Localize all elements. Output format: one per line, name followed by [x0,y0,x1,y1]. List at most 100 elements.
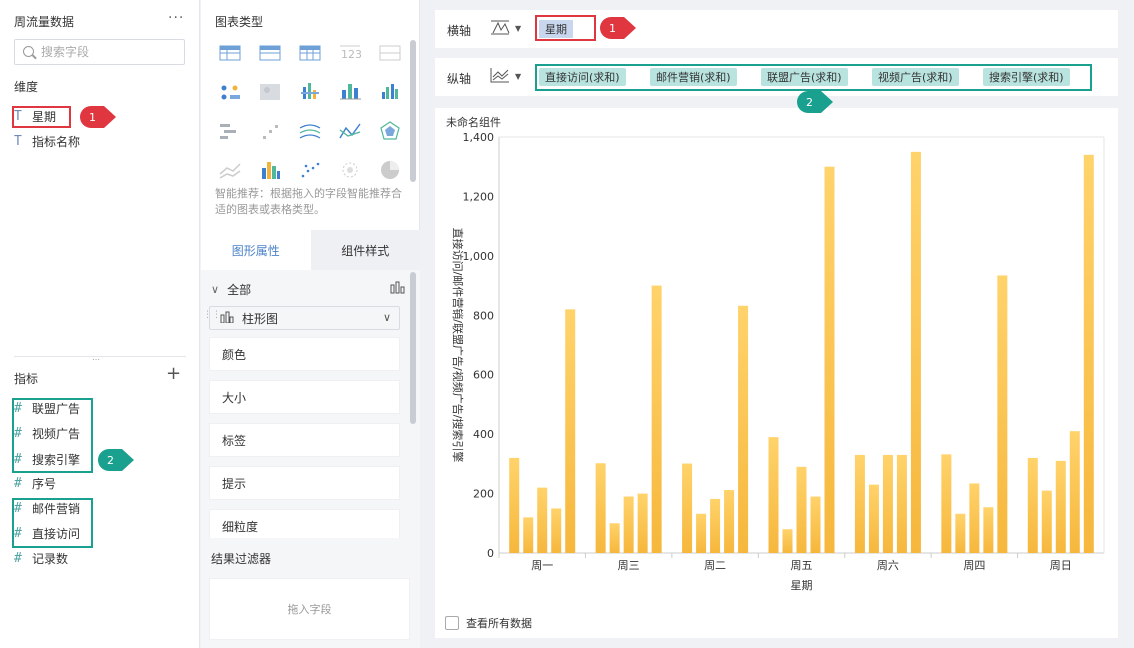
bar[interactable] [523,517,534,553]
field-search[interactable] [14,39,185,65]
bar[interactable] [941,454,952,553]
x-axis-label: 横轴 [447,24,472,38]
chart-type-value: 柱形图 [242,311,279,326]
bar[interactable] [710,498,721,553]
x-tick-label: 周二 [704,559,726,572]
property-tooltip[interactable]: 提示 [209,466,400,500]
table-type-icon[interactable] [219,45,241,61]
text-type-icon: T [14,133,22,149]
caret-down-icon[interactable]: ▼ [515,24,521,33]
bar[interactable] [1083,154,1094,554]
chart-types-scrollbar[interactable] [410,40,416,182]
bar-chart-icon[interactable] [390,280,406,298]
bar[interactable] [1041,490,1052,553]
y-axis-type-icon[interactable] [489,66,511,88]
y-axis-label: 纵轴 [447,72,472,86]
dot-map-type-icon[interactable] [221,85,241,100]
property-color[interactable]: 颜色 [209,337,400,371]
stacked-bar-type-icon[interactable] [301,83,319,99]
dimension-field[interactable]: T 指标名称 [14,130,80,152]
x-axis-title: 星期 [791,579,813,592]
line-type-icon[interactable] [339,123,361,139]
bar[interactable] [1069,431,1080,553]
bar[interactable] [997,275,1008,553]
bar[interactable] [882,454,893,553]
bar[interactable] [810,496,821,553]
more-icon[interactable]: ··· [168,10,184,26]
detail-table-type-icon[interactable] [299,45,321,61]
heat-map-type-icon[interactable] [260,84,280,100]
multi-line-type-icon[interactable] [299,124,321,139]
all-marks-row[interactable]: ∨ 全部 [211,280,406,298]
bar[interactable] [768,437,779,553]
radar-type-icon[interactable] [380,121,400,140]
tab-component-style[interactable]: 组件样式 [310,230,420,270]
bar[interactable] [595,463,606,553]
highlight-y-fields [535,64,1092,91]
dot-scatter-type-icon[interactable] [301,162,320,178]
tab-graph-properties[interactable]: 图形属性 [201,230,311,270]
bar[interactable] [983,507,994,553]
highlight-dimension [12,106,71,128]
bar[interactable] [724,490,735,553]
measure-field[interactable]: # 序号 [14,472,56,494]
add-icon[interactable]: + [166,365,181,383]
properties-scrollbar[interactable] [410,272,416,424]
scatter-type-icon[interactable] [263,125,278,139]
resize-grip-icon[interactable]: ⋯ [92,356,101,364]
bar[interactable] [637,493,648,553]
x-axis-type-icon[interactable] [489,18,511,40]
caret-down-icon[interactable]: ▼ [515,72,521,81]
bar[interactable] [782,529,793,553]
x-tick-label: 周三 [618,559,640,572]
view-all-data-row[interactable]: 查看所有数据 [445,615,532,631]
bar[interactable] [537,487,548,553]
pie-type-icon[interactable] [381,161,399,179]
bar-type-icon[interactable] [340,84,361,100]
y-tick-label: 200 [473,488,494,501]
property-size[interactable]: 大小 [209,380,400,414]
bar[interactable] [868,484,879,553]
kpi-type-icon[interactable]: 123 [340,45,362,61]
bar[interactable] [565,309,576,553]
bar[interactable] [910,151,921,553]
bar[interactable] [854,454,865,553]
bar[interactable] [896,454,907,553]
search-input[interactable] [41,43,181,61]
bar[interactable] [824,166,835,553]
bar-chart-icon [220,311,234,326]
y-tick-label: 1,000 [463,250,495,263]
x-tick-label: 周六 [877,559,899,572]
bar[interactable] [696,513,707,553]
bar[interactable] [969,483,980,553]
bar[interactable] [955,513,966,553]
bubble-type-icon[interactable] [342,162,358,178]
smart-recommend-hint: 智能推荐：根据拖入的字段智能推荐合适的图表或表格类型。 [215,187,402,216]
bar[interactable] [1055,460,1066,553]
grouped-bar-type-icon[interactable] [382,84,398,99]
bar[interactable] [651,285,662,553]
bar[interactable] [623,496,634,553]
field-label: 序号 [32,476,57,491]
bar[interactable] [1027,457,1038,553]
cross-table-type-icon[interactable] [259,45,281,61]
area-type-icon[interactable] [219,163,241,179]
text-table-type-icon[interactable] [379,45,401,61]
svg-text:123: 123 [341,48,362,61]
bar-chart: 0 200 400 600 800 1,000 1,200 1,400 周一 周三 周二 周五 周六 周四… [451,131,1105,592]
filter-drop-zone[interactable]: 拖入字段 [209,578,410,640]
bar[interactable] [682,463,693,553]
bar[interactable] [509,457,520,553]
combo-bar-type-icon[interactable] [262,162,280,179]
chart-type-select[interactable]: 柱形图 ∨ [209,306,400,330]
chevron-down-icon: ∨ [211,282,220,296]
measure-field[interactable]: # 记录数 [14,547,68,569]
bar[interactable] [609,523,620,553]
bar[interactable] [796,466,807,553]
y-tick-label: 1,400 [463,131,495,144]
gantt-type-icon[interactable] [220,124,236,139]
bar[interactable] [551,508,562,553]
bar[interactable] [738,305,749,553]
property-label[interactable]: 标签 [209,423,400,457]
view-all-checkbox[interactable] [445,616,459,630]
